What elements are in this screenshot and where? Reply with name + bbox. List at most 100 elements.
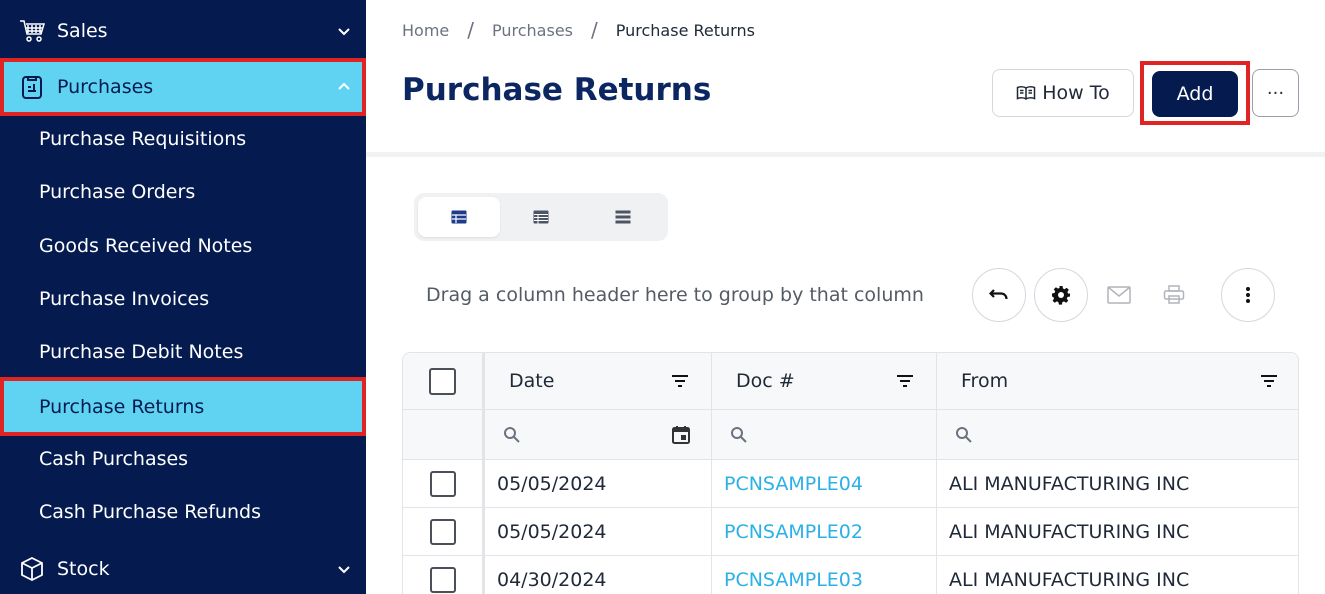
more-options-button[interactable]: ··· <box>1252 69 1299 117</box>
from-filter-input[interactable] <box>937 410 1298 459</box>
view-toggle <box>414 193 668 241</box>
sidebar-item-purchase-requisitions[interactable]: Purchase Requisitions <box>0 114 366 164</box>
grid-more-button[interactable] <box>1221 268 1275 322</box>
view-compact-button[interactable] <box>500 197 582 237</box>
doc-link[interactable]: PCNSAMPLE02 <box>724 521 863 543</box>
how-to-label: How To <box>1042 82 1110 104</box>
sidebar-item-stock[interactable]: Stock <box>0 542 366 594</box>
breadcrumb-home[interactable]: Home <box>402 21 449 40</box>
from-cell: ALI MANUFACTURING INC <box>937 556 1298 594</box>
date-cell: 05/05/2024 <box>485 460 712 507</box>
column-header-label: Doc # <box>736 370 795 392</box>
select-all-checkbox[interactable] <box>429 367 456 395</box>
breadcrumb-separator: / <box>467 18 474 42</box>
sidebar-item-purchases[interactable]: Purchases <box>0 58 366 116</box>
header-divider <box>366 152 1325 157</box>
date-cell: 05/05/2024 <box>485 508 712 555</box>
view-list-button[interactable] <box>582 197 664 237</box>
print-icon <box>1163 285 1185 304</box>
email-button[interactable] <box>1104 280 1134 310</box>
grid-header-row: Date Doc # From <box>403 353 1298 410</box>
compact-view-icon <box>533 210 549 224</box>
breadcrumb-current: Purchase Returns <box>615 20 755 40</box>
gear-icon <box>1052 286 1070 305</box>
column-header-date[interactable]: Date <box>485 353 712 409</box>
filter-icon[interactable] <box>896 374 914 388</box>
mail-icon <box>1107 286 1131 304</box>
print-button[interactable] <box>1159 280 1189 310</box>
cart-icon <box>18 17 46 45</box>
list-view-icon <box>615 210 631 224</box>
grid-filter-row <box>403 410 1298 460</box>
table-row[interactable]: 04/30/2024 PCNSAMPLE03 ALI MANUFACTURING… <box>403 556 1298 594</box>
chevron-down-icon <box>336 561 352 577</box>
book-icon <box>1017 86 1036 100</box>
date-value: 04/30/2024 <box>497 568 607 591</box>
main-content: Home / Purchases / Purchase Returns Purc… <box>366 0 1325 594</box>
filter-icon[interactable] <box>671 374 689 388</box>
sidebar-item-purchase-orders[interactable]: Purchase Orders <box>0 167 366 217</box>
from-value: ALI MANUFACTURING INC <box>949 568 1190 591</box>
data-grid: Date Doc # From 05/05/2024 PCNSAMPLE04 A… <box>402 352 1299 594</box>
sidebar: Sales Purchases Purchase Requisitions Pu… <box>0 0 366 594</box>
sidebar-item-label: Purchases <box>57 76 154 98</box>
row-select-cell <box>403 460 485 507</box>
sidebar-item-purchase-debit-notes[interactable]: Purchase Debit Notes <box>0 327 366 377</box>
box-icon <box>18 555 46 583</box>
column-header-label: Date <box>509 370 555 392</box>
calendar-icon[interactable] <box>671 425 691 445</box>
from-value: ALI MANUFACTURING INC <box>949 472 1190 495</box>
from-value: ALI MANUFACTURING INC <box>949 520 1190 543</box>
date-filter-input[interactable] <box>485 410 712 459</box>
sidebar-item-purchase-invoices[interactable]: Purchase Invoices <box>0 274 366 324</box>
column-header-label: From <box>961 370 1009 392</box>
settings-button[interactable] <box>1034 268 1088 322</box>
table-row[interactable]: 05/05/2024 PCNSAMPLE04 ALI MANUFACTURING… <box>403 460 1298 508</box>
undo-button[interactable] <box>972 268 1026 322</box>
add-button-highlight: Add <box>1140 61 1250 125</box>
view-table-button[interactable] <box>418 197 500 237</box>
app-root: Sales Purchases Purchase Requisitions Pu… <box>0 0 1325 594</box>
chevron-down-icon <box>336 23 352 39</box>
sidebar-item-label: Cash Purchase Refunds <box>39 501 261 523</box>
doc-cell: PCNSAMPLE03 <box>712 556 937 594</box>
table-view-icon <box>451 210 467 224</box>
sidebar-item-label: Purchase Returns <box>39 395 205 418</box>
sidebar-item-label: Purchase Requisitions <box>39 128 247 150</box>
sidebar-item-cash-purchase-refunds[interactable]: Cash Purchase Refunds <box>0 487 366 537</box>
column-header-from[interactable]: From <box>937 353 1298 409</box>
from-cell: ALI MANUFACTURING INC <box>937 508 1298 555</box>
table-row[interactable]: 05/05/2024 PCNSAMPLE02 ALI MANUFACTURING… <box>403 508 1298 556</box>
filter-icon[interactable] <box>1260 374 1278 388</box>
add-button[interactable]: Add <box>1152 71 1238 117</box>
sidebar-item-label: Sales <box>57 20 108 42</box>
doc-filter-input[interactable] <box>712 410 937 459</box>
search-icon <box>504 426 520 443</box>
doc-link[interactable]: PCNSAMPLE03 <box>724 569 863 591</box>
how-to-button[interactable]: How To <box>992 69 1134 117</box>
sidebar-item-label: Purchase Debit Notes <box>39 341 244 363</box>
sidebar-item-goods-received-notes[interactable]: Goods Received Notes <box>0 221 366 271</box>
undo-icon <box>989 289 1008 300</box>
date-value: 05/05/2024 <box>497 472 607 495</box>
page-title: Purchase Returns <box>402 72 712 108</box>
date-cell: 04/30/2024 <box>485 556 712 594</box>
doc-cell: PCNSAMPLE04 <box>712 460 937 507</box>
search-icon <box>956 426 972 443</box>
sidebar-item-label: Purchase Orders <box>39 181 196 203</box>
row-checkbox[interactable] <box>429 566 456 593</box>
filter-spacer-cell <box>403 410 485 459</box>
header-select-cell <box>403 353 485 409</box>
row-checkbox[interactable] <box>429 470 456 497</box>
sidebar-item-purchase-returns[interactable]: Purchase Returns <box>0 377 366 436</box>
from-cell: ALI MANUFACTURING INC <box>937 460 1298 507</box>
group-by-hint: Drag a column header here to group by th… <box>426 284 924 306</box>
row-checkbox[interactable] <box>429 518 456 545</box>
breadcrumb-separator: / <box>591 18 598 42</box>
breadcrumb-purchases[interactable]: Purchases <box>492 21 573 40</box>
sidebar-item-cash-purchases[interactable]: Cash Purchases <box>0 434 366 484</box>
column-header-doc[interactable]: Doc # <box>712 353 937 409</box>
sidebar-item-sales[interactable]: Sales <box>0 4 366 58</box>
doc-link[interactable]: PCNSAMPLE04 <box>724 473 863 495</box>
row-select-cell <box>403 556 485 594</box>
